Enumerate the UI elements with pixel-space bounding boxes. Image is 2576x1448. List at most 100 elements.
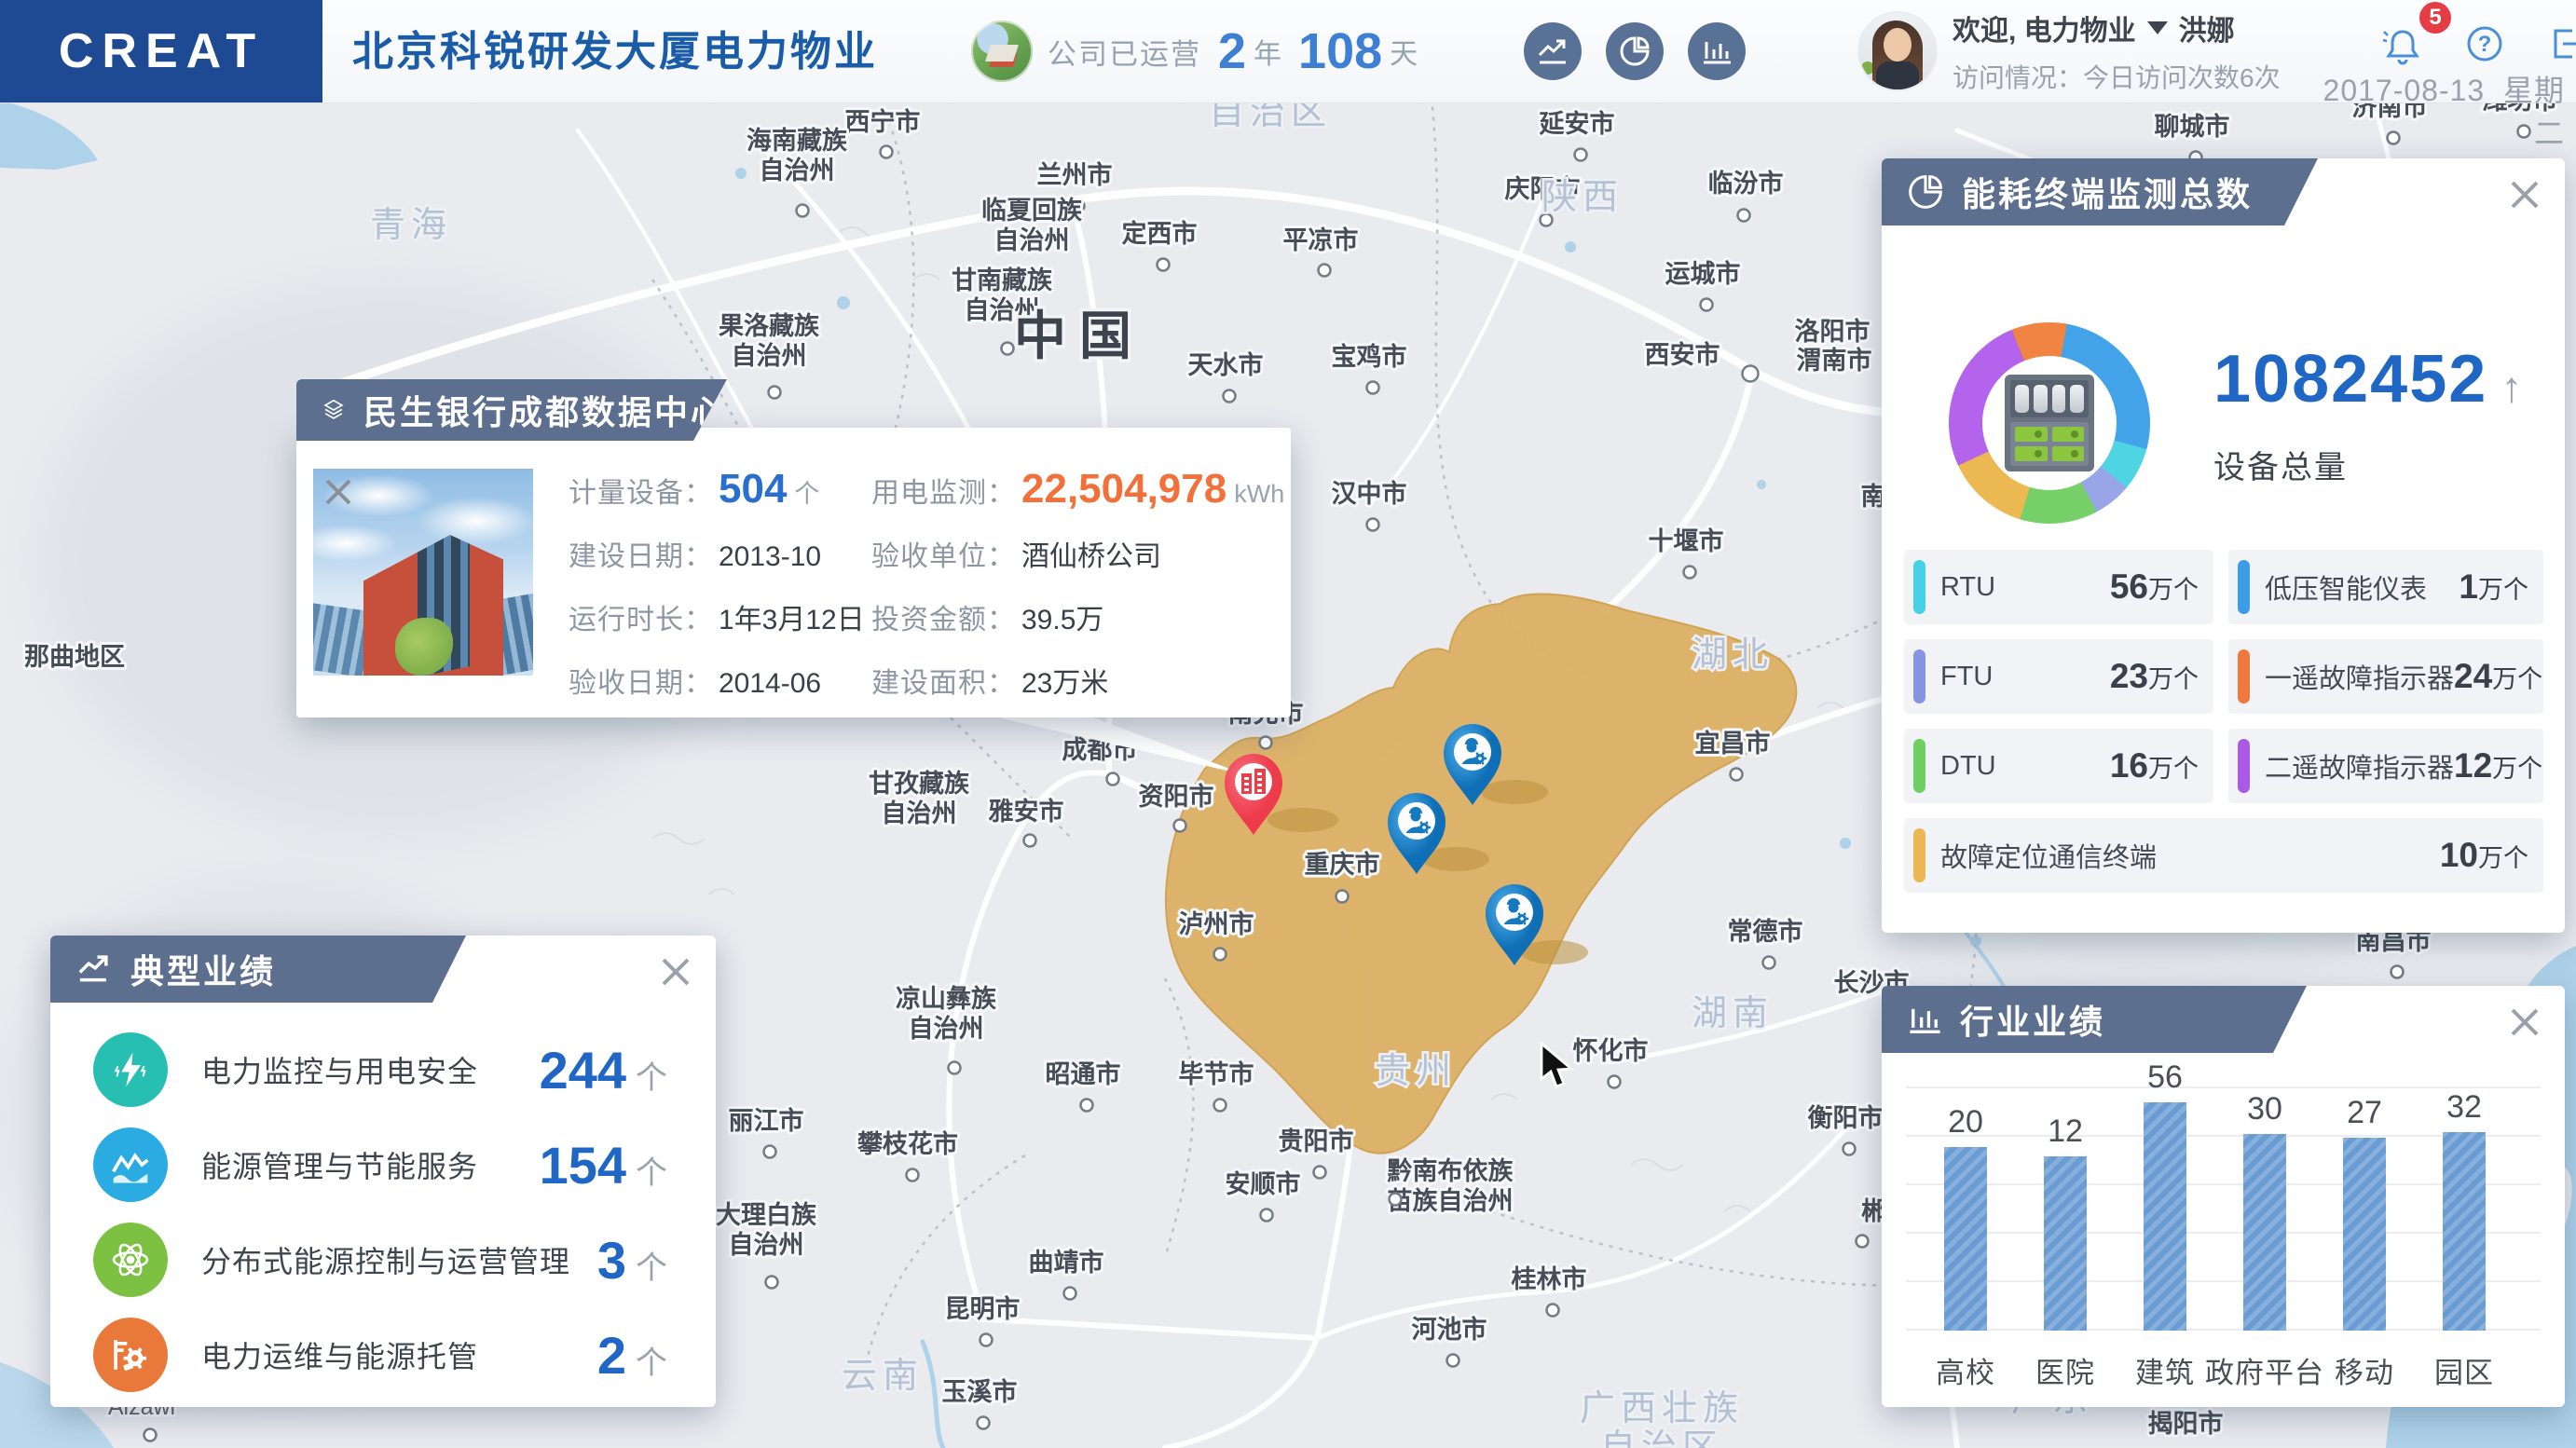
bar-医院[interactable] [2044, 1156, 2087, 1331]
city-dot [1365, 380, 1380, 395]
map-label: 贵阳市 [1279, 1127, 1354, 1155]
city-dot [1682, 565, 1697, 580]
stat-value: 12 [2454, 746, 2493, 785]
lightning-icon-circle [93, 1032, 168, 1107]
city-dot [976, 1415, 991, 1430]
map-label: 湖北 [1692, 635, 1774, 675]
city-dot [1761, 955, 1776, 970]
city-dot [1388, 1192, 1403, 1207]
bar-建筑[interactable] [2144, 1102, 2186, 1331]
company-building-icon [971, 20, 1033, 82]
notification-badge[interactable]: 5 [2419, 2, 2451, 34]
field-label: 验收日期： [569, 668, 713, 699]
stat-value: 1 [2459, 567, 2478, 606]
pie-chart-icon[interactable] [1606, 22, 1664, 80]
performance-row[interactable]: 电力运维与能源托管 2个 [50, 1316, 716, 1394]
typical-close-icon[interactable] [660, 956, 692, 988]
field-label: 验收单位： [871, 541, 1016, 572]
map-label: 中国 [1014, 307, 1144, 365]
help-icon[interactable]: ? [2464, 23, 2505, 64]
terminal-stats-grid: RTU 56万个 低压智能仪表 1万个 FTU 23万个 一遥故障指示器 24万… [1904, 550, 2543, 893]
map-label: 丽江市 [729, 1106, 804, 1135]
field-value: 1年3月12日 [719, 605, 865, 635]
performance-rows: 电力监控与用电安全 244 个 能源管理与节能服务 154 个 分布式能源控制与运营… [50, 1031, 716, 1411]
industry-performance-panel: 行业业绩 20 高校 12 医院 56 建筑 30 政府平台 27 移动 32 园区 [1882, 986, 2565, 1407]
stat-unit: 万个 [2148, 576, 2199, 604]
map-label: 资阳市 [1139, 782, 1214, 811]
map-label: 广西壮族自治区 [1580, 1389, 1744, 1448]
city-dot [762, 1144, 777, 1159]
stat-color-pill [2238, 649, 2250, 704]
map-label: 渭南市 [1797, 346, 1872, 375]
stat-color-pill [1913, 739, 1925, 793]
performance-unit: 个 [636, 1250, 667, 1286]
performance-row[interactable]: 电力监控与用电安全 244 个 [50, 1031, 716, 1109]
city-dot [2390, 964, 2405, 979]
stat-label: 故障定位通信终端 [1940, 843, 2158, 873]
logo-text: CREAT [58, 24, 265, 78]
city-dot [1156, 257, 1171, 272]
bar-园区[interactable] [2443, 1132, 2486, 1331]
device-donut-chart[interactable] [1949, 322, 2150, 524]
map-label: 玉溪市 [942, 1377, 1018, 1406]
energy-close-icon[interactable] [2509, 179, 2541, 211]
performance-row[interactable]: 能源管理与节能服务 154 个 [50, 1126, 716, 1204]
bar-value-label: 32 [2446, 1089, 2482, 1125]
terminal-stat-item: 故障定位通信终端 10万个 [1904, 818, 2543, 893]
layers-icon [321, 389, 347, 430]
user-avatar[interactable] [1859, 13, 1936, 89]
trend-line-icon[interactable] [1524, 22, 1582, 80]
field-unit: kWh [1234, 480, 1285, 508]
city-dot [1022, 833, 1037, 848]
terminal-stat-item: 低压智能仪表 1万个 [2228, 550, 2543, 624]
city-dot [1545, 1303, 1560, 1318]
map-label: 曲靖市 [1029, 1248, 1104, 1277]
popup-close-icon[interactable] [324, 478, 352, 506]
site-popup-banner: 民生银行成都数据中心 [296, 379, 727, 441]
company-operating-block: 公司已运营 2 年 108 天 [971, 0, 1418, 102]
user-welcome-row[interactable]: 欢迎, 电力物业 洪娜 [1953, 7, 2281, 48]
user-block: 欢迎, 电力物业 洪娜 访问情况：今日访问次数6次 [1859, 0, 2281, 102]
bar-category-label: 园区 [2434, 1357, 2494, 1389]
bar-chart-icon[interactable] [1688, 22, 1746, 80]
map-label: 兰州市 [1037, 160, 1113, 189]
city-dot [1729, 767, 1744, 782]
field-unit: 个 [794, 480, 820, 508]
map-label: 那曲地区 [24, 643, 125, 671]
city-dot [947, 1060, 962, 1075]
city-dot [1573, 147, 1588, 162]
date-display: 2017-08-13 星期二 [2323, 74, 2565, 150]
bar-icon [1906, 1001, 1943, 1038]
bar-高校[interactable] [1944, 1147, 1987, 1331]
user-name: 洪娜 [2178, 16, 2235, 47]
city-dot [1062, 1286, 1077, 1301]
city-dot [764, 1275, 779, 1290]
lightning-icon [114, 1052, 146, 1087]
stat-label: 二遥故障指示器 [2265, 754, 2455, 784]
performance-value: 3 [596, 1230, 626, 1290]
industry-close-icon[interactable] [2509, 1006, 2541, 1038]
atom-icon-circle [93, 1223, 168, 1297]
notification-bell-icon[interactable] [2382, 22, 2423, 65]
logout-icon[interactable] [2546, 23, 2576, 64]
performance-row[interactable]: 分布式能源控制与运营管理 3个 [50, 1221, 716, 1299]
bar-移动[interactable] [2343, 1138, 2386, 1331]
performance-label: 能源管理与节能服务 [201, 1150, 479, 1183]
city-dot [879, 144, 894, 159]
chevron-down-icon[interactable] [2146, 21, 2168, 34]
city-dot [1079, 1098, 1094, 1113]
header-chart-buttons [1524, 22, 1746, 80]
industry-bar-chart[interactable]: 20 高校 12 医院 56 建筑 30 政府平台 27 移动 32 园区 [1900, 1059, 2546, 1407]
device-total-value: 1082452 [2213, 342, 2488, 417]
map-label: 衡阳市 [1808, 1103, 1884, 1132]
map-label: 定西市 [1122, 219, 1198, 248]
map-label: 常德市 [1728, 917, 1803, 946]
field-label: 投资金额： [871, 605, 1016, 635]
typical-panel-banner: 典型业绩 [50, 936, 466, 1003]
bar-政府平台[interactable] [2243, 1134, 2286, 1331]
popup-field-row: 验收日期： 2014-06 建设面积： 23万米 [569, 660, 1276, 701]
map-label: 天水市 [1188, 350, 1264, 379]
city-dot [1699, 297, 1714, 312]
creat-logo[interactable]: CREAT [0, 0, 322, 102]
bar-value-label: 12 [2048, 1113, 2083, 1149]
